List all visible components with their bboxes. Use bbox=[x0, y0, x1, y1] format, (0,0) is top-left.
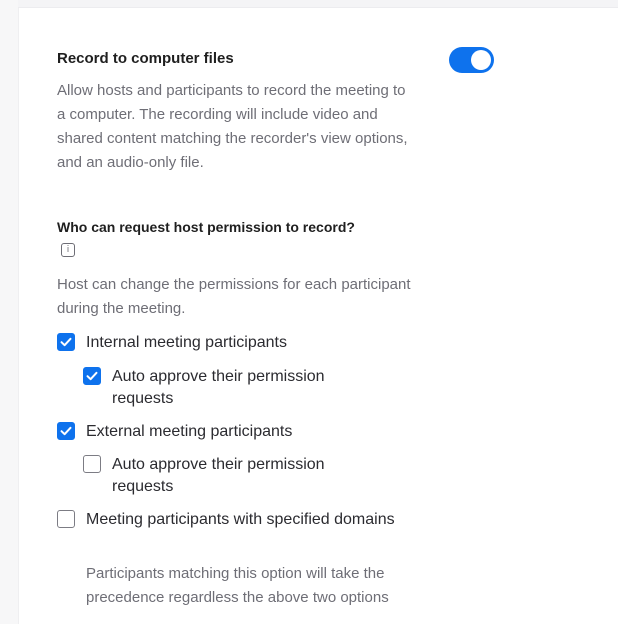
option-label: Auto approve their permission requests bbox=[112, 456, 325, 495]
checkbox-internal-participants[interactable] bbox=[57, 333, 75, 351]
option-external-auto-approve[interactable]: Auto approve their permission requests bbox=[83, 454, 383, 498]
option-label: Internal meeting participants bbox=[86, 334, 287, 351]
option-label: Meeting participants with specified doma… bbox=[86, 511, 395, 528]
top-bar-edge bbox=[18, 0, 618, 8]
permission-section-title: Who can request host permission to recor… bbox=[57, 219, 355, 235]
checkbox-external-participants[interactable] bbox=[57, 422, 75, 440]
option-internal-auto-approve[interactable]: Auto approve their permission requests bbox=[83, 366, 383, 410]
option-internal-participants[interactable]: Internal meeting participants bbox=[57, 332, 417, 354]
option-external-participants[interactable]: External meeting participants bbox=[57, 421, 417, 443]
settings-page: Record to computer files Allow hosts and… bbox=[0, 0, 618, 624]
domains-note: Participants matching this option will t… bbox=[86, 565, 389, 606]
record-setting-description: Allow hosts and participants to record t… bbox=[57, 82, 408, 171]
left-sidebar-edge bbox=[0, 0, 19, 624]
info-icon[interactable]: i bbox=[61, 243, 75, 257]
record-setting-title: Record to computer files bbox=[57, 50, 234, 67]
option-label: External meeting participants bbox=[86, 423, 293, 440]
checkbox-specified-domains[interactable] bbox=[57, 510, 75, 528]
toggle-knob bbox=[471, 50, 491, 70]
option-label: Auto approve their permission requests bbox=[112, 368, 325, 407]
checkbox-external-auto-approve[interactable] bbox=[83, 455, 101, 473]
permission-note: Host can change the permissions for each… bbox=[57, 276, 411, 317]
checkbox-internal-auto-approve[interactable] bbox=[83, 367, 101, 385]
record-to-computer-toggle[interactable] bbox=[449, 47, 494, 73]
option-specified-domains[interactable]: Meeting participants with specified doma… bbox=[57, 509, 397, 531]
